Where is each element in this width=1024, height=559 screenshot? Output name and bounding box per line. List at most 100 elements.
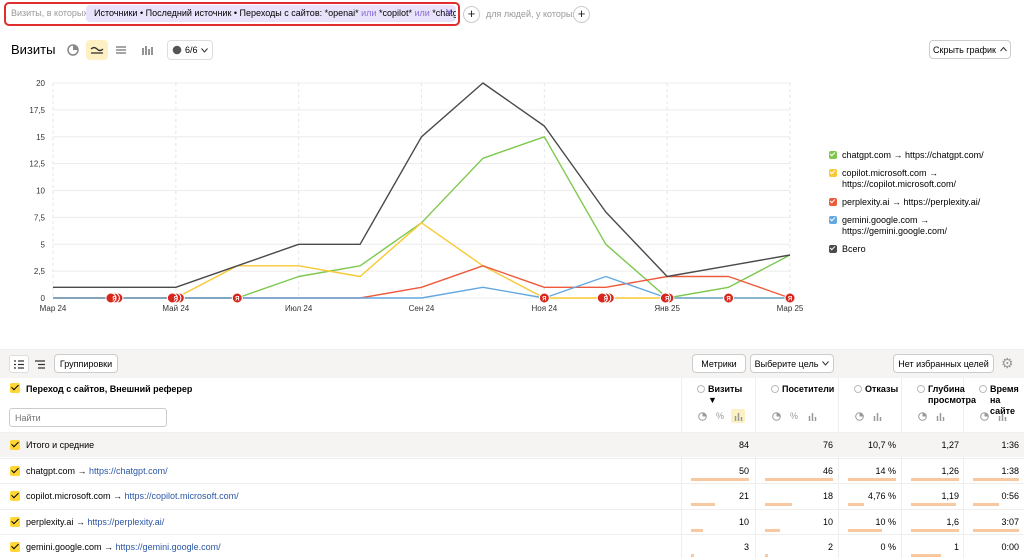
row-dimension: Итого и средние <box>26 440 94 450</box>
bar-view-icon[interactable] <box>870 409 884 423</box>
metric-value: 1,27 <box>941 440 959 450</box>
chevron-down-icon <box>822 361 830 366</box>
dimension-checkbox[interactable] <box>10 383 20 393</box>
x-tick-label: Июл 24 <box>285 304 313 313</box>
percent-view-icon[interactable]: % <box>787 409 801 423</box>
chevron-up-icon <box>1000 47 1007 52</box>
line-chart-icon[interactable] <box>86 40 108 60</box>
metric-bar <box>848 503 864 506</box>
metric-bar <box>691 503 715 506</box>
legend-checkbox[interactable] <box>829 245 837 253</box>
x-tick-label: Ноя 24 <box>531 304 557 313</box>
info-icon[interactable] <box>979 385 987 393</box>
pie-view-icon[interactable] <box>852 409 866 423</box>
legend-checkbox[interactable] <box>829 216 837 224</box>
segment-bar: Визиты, в которых Источники • Последний … <box>0 0 1024 30</box>
column-header[interactable]: Визиты ▼ <box>697 384 751 406</box>
groupings-button[interactable]: Группировки <box>54 354 118 373</box>
totals-row[interactable]: Итого и средние 84 76 10,7 % 1,27 1:36 <box>0 432 1024 457</box>
x-tick-label: Май 24 <box>162 304 189 313</box>
segment-remove-icon[interactable]: ✕ <box>443 5 455 22</box>
table-row[interactable]: perplexity.ai → https://perplexity.ai/10… <box>0 508 1024 534</box>
event-marker-glyph: Я <box>788 297 792 303</box>
series-selector-button[interactable]: 6/6 <box>167 40 213 60</box>
table-row[interactable]: copilot.microsoft.com → https://copilot.… <box>0 483 1024 508</box>
row-checkbox[interactable] <box>10 465 20 476</box>
chevron-down-icon <box>200 47 208 53</box>
legend-item[interactable]: chatgpt.com → https://chatgpt.com/ <box>829 150 1019 161</box>
info-icon[interactable] <box>771 385 779 393</box>
metric-bar <box>911 503 956 506</box>
row-dimension-text: Итого и средние <box>26 440 95 450</box>
row-checkbox[interactable] <box>10 491 20 501</box>
pie-view-icon[interactable] <box>769 409 783 423</box>
metrics-button[interactable]: Метрики <box>692 354 746 373</box>
percent-view-icon[interactable]: % <box>713 409 727 423</box>
metric-value: 10 % <box>875 516 896 527</box>
column-header[interactable]: Посетители <box>771 384 835 395</box>
referrer-link[interactable]: https://copilot.microsoft.com/ <box>125 491 239 501</box>
add-people-condition-button[interactable]: + <box>573 6 590 23</box>
favorite-goals-button[interactable]: Нет избранных целей <box>893 354 994 373</box>
legend-checkbox[interactable] <box>829 151 837 159</box>
pie-view-icon[interactable] <box>915 409 929 423</box>
tree-view-icon[interactable] <box>30 355 50 373</box>
metric-value: 4,76 % <box>867 491 896 501</box>
event-marker-glyph: Я <box>665 297 669 303</box>
info-icon[interactable] <box>917 385 925 393</box>
hide-chart-button[interactable]: Скрыть график <box>929 40 1011 59</box>
referrer-link[interactable]: https://perplexity.ai/ <box>87 517 164 527</box>
metric-value: 84 <box>738 440 749 450</box>
legend-item[interactable]: copilot.microsoft.com → https://copilot.… <box>829 168 1019 190</box>
metric-value: 3 <box>743 542 749 552</box>
bar-view-icon[interactable] <box>995 409 1009 423</box>
chart-title: Визиты <box>11 42 56 57</box>
legend-checkbox[interactable] <box>829 169 837 177</box>
column-view-toggles: % <box>695 409 745 423</box>
select-goal-dropdown[interactable]: Выберите цель <box>750 354 834 373</box>
info-icon[interactable] <box>854 385 862 393</box>
row-checkbox[interactable] <box>10 516 20 527</box>
metric-bar <box>765 528 780 532</box>
legend-item[interactable]: Всего <box>829 244 1019 255</box>
metric-value: 2 <box>827 542 833 552</box>
bar-view-icon[interactable] <box>731 409 745 423</box>
list-view-icon[interactable] <box>9 355 29 373</box>
bar-chart-icon[interactable] <box>136 40 158 60</box>
referrer-link[interactable]: https://chatgpt.com/ <box>89 466 168 476</box>
info-icon[interactable] <box>697 385 705 393</box>
pie-view-icon[interactable] <box>977 409 991 423</box>
column-header[interactable]: Отказы <box>854 384 898 395</box>
row-dimension: gemini.google.com → https://gemini.googl… <box>26 542 221 552</box>
segment-condition-chip[interactable]: Источники • Последний источник • Переход… <box>86 5 456 22</box>
pie-chart-icon[interactable] <box>62 40 84 60</box>
table-row[interactable]: gemini.google.com → https://gemini.googl… <box>0 534 1024 559</box>
referrer-link[interactable]: https://gemini.google.com/ <box>116 542 221 552</box>
row-dimension: copilot.microsoft.com → https://copilot.… <box>26 491 239 501</box>
bar-view-icon[interactable] <box>805 409 819 423</box>
search-input[interactable] <box>9 408 167 427</box>
pie-view-icon[interactable] <box>695 409 709 423</box>
metric-bar <box>691 554 694 557</box>
row-checkbox[interactable] <box>10 440 20 450</box>
x-tick-label: Сен 24 <box>409 304 435 313</box>
legend-item[interactable]: gemini.google.com → https://gemini.googl… <box>829 215 1019 237</box>
column-header-label: Глубина просмотра <box>928 384 977 405</box>
legend-label: Всего <box>842 244 866 254</box>
area-chart-icon[interactable] <box>110 40 132 60</box>
legend-checkbox[interactable] <box>829 198 837 206</box>
legend-item[interactable]: perplexity.ai → https://perplexity.ai/ <box>829 197 1019 208</box>
segment-or-2: или <box>414 8 430 18</box>
table-row[interactable]: chatgpt.com → https://chatgpt.com/50 46 14… <box>0 457 1024 483</box>
row-checkbox[interactable] <box>10 542 20 552</box>
series-count: 6/6 <box>185 45 198 55</box>
add-visit-condition-button[interactable]: + <box>463 6 480 23</box>
event-marker-glyph: Я <box>542 297 546 303</box>
column-header[interactable]: Глубина просмотра <box>917 384 976 406</box>
bar-view-icon[interactable] <box>933 409 947 423</box>
y-tick-label: 5 <box>41 240 46 249</box>
metric-bar <box>911 528 959 532</box>
metric-value: 21 <box>738 491 749 501</box>
gear-icon[interactable]: ⚙ <box>1001 355 1014 372</box>
metric-bar <box>911 554 941 557</box>
